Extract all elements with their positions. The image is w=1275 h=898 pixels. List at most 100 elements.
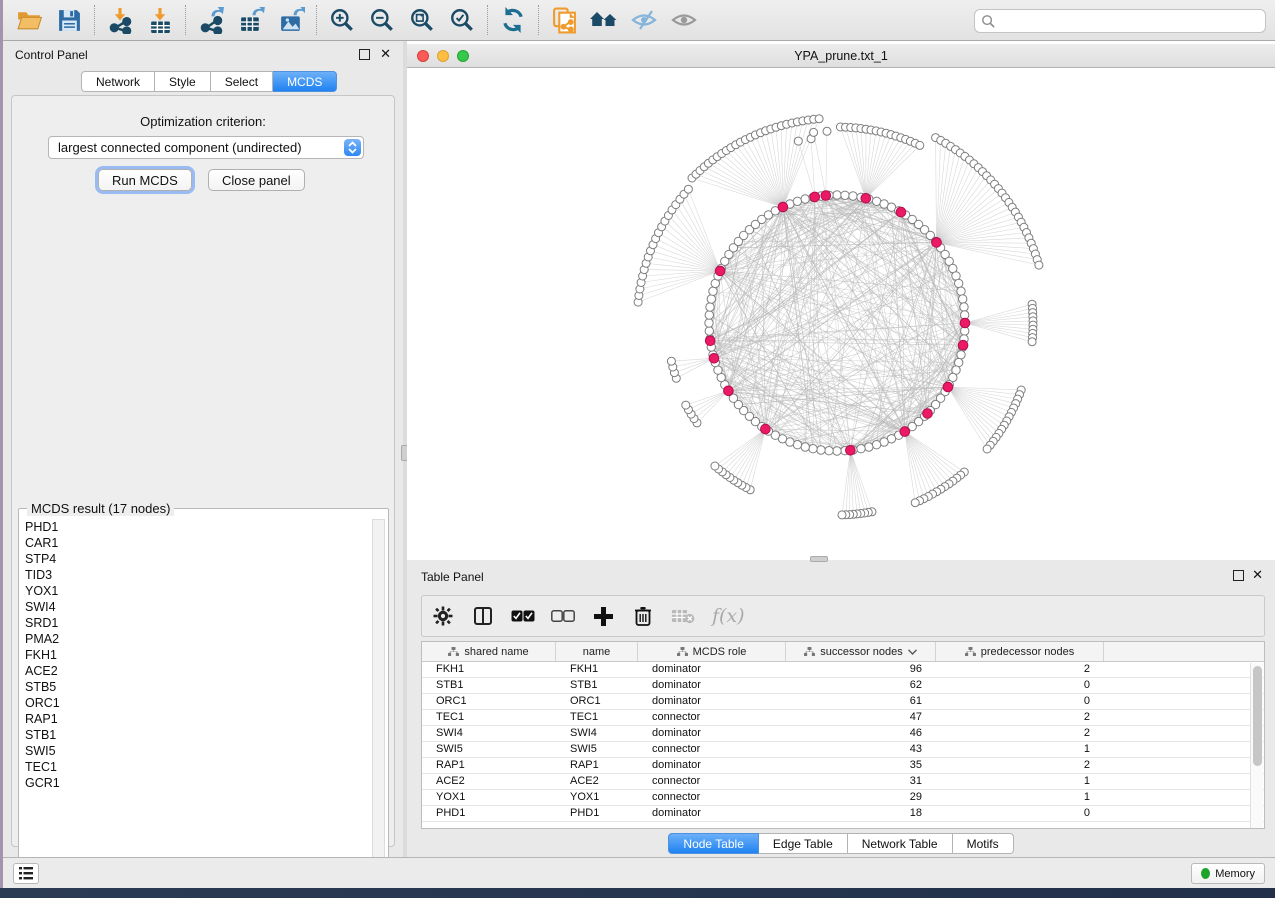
network-node[interactable] (957, 287, 965, 295)
tab-network[interactable]: Network (81, 71, 155, 92)
column-header-name[interactable]: name (556, 642, 638, 661)
leaf-node[interactable] (1028, 338, 1036, 346)
network-node[interactable] (865, 443, 873, 451)
table-row[interactable]: STB1STB1dominator620 (422, 678, 1264, 694)
table-row[interactable]: RAP1RAP1dominator352 (422, 758, 1264, 774)
column-header-predecessor-nodes[interactable]: predecessor nodes (936, 642, 1104, 661)
mcds-hub-node[interactable] (724, 386, 734, 396)
delete-column-button[interactable] (630, 603, 656, 629)
close-panel-button[interactable]: Close panel (208, 169, 305, 191)
network-node[interactable] (857, 445, 865, 453)
network-node[interactable] (959, 295, 967, 303)
mcds-hub-node[interactable] (778, 202, 788, 212)
network-node[interactable] (849, 192, 857, 200)
mcds-hub-node[interactable] (896, 207, 906, 217)
close-panel-icon[interactable]: ✕ (380, 47, 391, 60)
leaf-node[interactable] (711, 462, 719, 470)
network-node[interactable] (960, 303, 968, 311)
table-row[interactable]: YOX1YOX1connector291 (422, 790, 1264, 806)
mcds-hub-node[interactable] (810, 192, 820, 202)
save-session-button[interactable] (49, 4, 89, 36)
import-network-button[interactable] (100, 4, 140, 36)
criterion-dropdown[interactable]: largest connected component (undirected) (48, 136, 364, 159)
leaf-node[interactable] (823, 127, 831, 135)
column-header-mcds-role[interactable]: MCDS role (638, 642, 786, 661)
table-scrollbar[interactable] (1250, 663, 1263, 829)
mcds-hub-node[interactable] (923, 409, 933, 419)
network-node[interactable] (833, 191, 841, 199)
network-canvas-svg[interactable] (407, 68, 1275, 560)
network-node[interactable] (809, 445, 817, 453)
search-input[interactable] (974, 9, 1266, 33)
table-scrollbar-thumb[interactable] (1253, 666, 1262, 766)
leaf-node[interactable] (916, 141, 924, 149)
table-row[interactable]: SWI4SWI4dominator462 (422, 726, 1264, 742)
mcds-hub-node[interactable] (943, 382, 953, 392)
table-row[interactable]: TEC1TEC1connector472 (422, 710, 1264, 726)
table-row[interactable]: ORC1ORC1dominator610 (422, 694, 1264, 710)
leaf-node[interactable] (667, 357, 675, 365)
deselect-all-rows-button[interactable] (550, 603, 576, 629)
mcds-hub-node[interactable] (958, 340, 968, 350)
network-node[interactable] (957, 351, 965, 359)
mcds-hub-node[interactable] (821, 191, 831, 201)
network-node[interactable] (707, 295, 715, 303)
export-network-button[interactable] (191, 4, 231, 36)
mcds-hub-node[interactable] (705, 336, 715, 346)
network-node[interactable] (872, 441, 880, 449)
table-row[interactable]: FKH1FKH1dominator962 (422, 662, 1264, 678)
mcds-hub-node[interactable] (900, 427, 910, 437)
network-node[interactable] (841, 191, 849, 199)
float-panel-icon[interactable] (1233, 570, 1244, 581)
mcds-hub-node[interactable] (761, 424, 771, 434)
tab-motifs[interactable]: Motifs (953, 833, 1014, 854)
network-node[interactable] (833, 447, 841, 455)
table-row[interactable]: ACE2ACE2connector311 (422, 774, 1264, 790)
leaf-node[interactable] (983, 445, 991, 453)
export-table-button[interactable] (231, 4, 271, 36)
clone-network-button[interactable] (544, 4, 584, 36)
mcds-hub-node[interactable] (715, 266, 725, 276)
memory-button[interactable]: Memory (1191, 863, 1265, 884)
mcds-hub-node[interactable] (709, 354, 719, 364)
show-hidden-button[interactable] (664, 4, 704, 36)
mcds-hub-node[interactable] (861, 194, 871, 204)
leaf-node[interactable] (794, 137, 802, 145)
show-column-button[interactable] (470, 603, 496, 629)
mcds-hub-node[interactable] (932, 238, 942, 248)
tab-mcds[interactable]: MCDS (273, 71, 337, 92)
network-node[interactable] (705, 327, 713, 335)
zoom-in-button[interactable] (322, 4, 362, 36)
tab-node-table[interactable]: Node Table (668, 833, 759, 854)
zoom-selected-button[interactable] (442, 4, 482, 36)
table-row[interactable]: PHD1PHD1dominator180 (422, 806, 1264, 822)
network-node[interactable] (801, 195, 809, 203)
column-header-shared-name[interactable]: shared name (422, 642, 556, 661)
add-column-button[interactable] (590, 603, 616, 629)
leaf-node[interactable] (1035, 261, 1043, 269)
refresh-button[interactable] (493, 4, 533, 36)
run-mcds-button[interactable]: Run MCDS (98, 169, 192, 191)
network-node[interactable] (817, 446, 825, 454)
show-all-button[interactable] (584, 4, 624, 36)
close-panel-icon[interactable]: ✕ (1252, 568, 1263, 581)
float-panel-icon[interactable] (359, 49, 370, 60)
tab-style[interactable]: Style (155, 71, 211, 92)
leaf-node[interactable] (682, 401, 690, 409)
tab-network-table[interactable]: Network Table (848, 833, 953, 854)
select-all-rows-button[interactable] (510, 603, 536, 629)
network-node[interactable] (793, 197, 801, 205)
network-node[interactable] (801, 443, 809, 451)
table-row[interactable]: SWI5SWI5connector431 (422, 742, 1264, 758)
tab-select[interactable]: Select (211, 71, 273, 92)
leaf-node[interactable] (838, 511, 846, 519)
table-options-button[interactable] (430, 603, 456, 629)
mcds-hub-node[interactable] (960, 318, 970, 328)
zoom-out-button[interactable] (362, 4, 402, 36)
network-node[interactable] (706, 303, 714, 311)
network-node[interactable] (709, 287, 717, 295)
mcds-hub-node[interactable] (846, 446, 856, 456)
leaf-node[interactable] (810, 128, 818, 136)
network-node[interactable] (705, 311, 713, 319)
zoom-fit-button[interactable] (402, 4, 442, 36)
